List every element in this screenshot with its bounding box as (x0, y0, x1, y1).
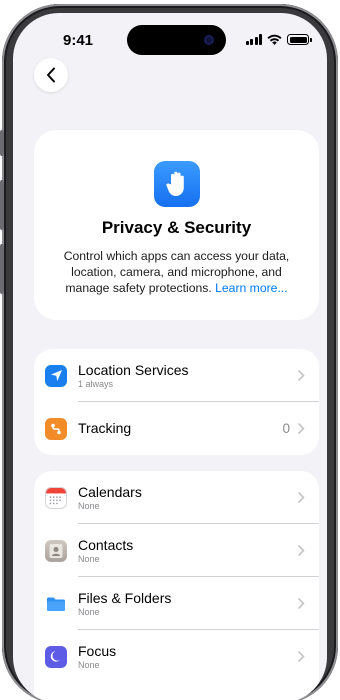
contacts-row[interactable]: Contacts None (34, 524, 319, 577)
wifi-icon (267, 34, 282, 45)
side-button (0, 130, 4, 156)
screen: 9:41 Privacy & Security Control which ap… (13, 13, 327, 700)
chevron-right-icon (298, 545, 305, 556)
row-subtitle: 1 always (78, 378, 114, 389)
files-folders-row[interactable]: Files & Folders None (34, 577, 319, 630)
row-title: Tracking (78, 420, 132, 436)
location-tracking-group: Location Services 1 always Tracking 0 (34, 349, 319, 455)
app-permissions-group: Calendars None Contacts None Files & Fol… (34, 471, 319, 700)
learn-more-link[interactable]: Learn more... (215, 281, 287, 295)
row-subtitle: None (78, 606, 100, 617)
tracking-row[interactable]: Tracking 0 (34, 402, 319, 455)
side-button (0, 180, 4, 230)
chevron-right-icon (298, 492, 305, 503)
chevron-right-icon (298, 423, 305, 434)
moon-icon (45, 645, 67, 668)
cellular-signal-icon (245, 34, 262, 45)
contacts-icon (45, 539, 67, 562)
tracking-count: 0 (282, 421, 290, 436)
focus-row[interactable]: Focus None (34, 630, 319, 683)
location-services-row[interactable]: Location Services 1 always (34, 349, 319, 402)
row-subtitle: None (78, 500, 100, 511)
raised-hand-icon (154, 161, 200, 207)
row-title: Location Services (78, 361, 189, 378)
chevron-right-icon (298, 370, 305, 381)
row-title: Calendars (78, 483, 142, 500)
row-subtitle: None (78, 659, 100, 670)
privacy-header-card: Privacy & Security Control which apps ca… (34, 130, 319, 320)
calendars-row[interactable]: Calendars None (34, 471, 319, 524)
back-button[interactable] (34, 58, 68, 92)
status-icons (245, 34, 312, 45)
row-title: Focus (78, 642, 117, 659)
calendar-icon (45, 486, 67, 509)
row-title: Files & Folders (78, 589, 172, 606)
side-button (0, 244, 4, 294)
folder-icon (45, 592, 67, 615)
location-arrow-icon (45, 364, 67, 387)
chevron-right-icon (298, 651, 305, 662)
camera-icon (204, 35, 214, 45)
tracking-icon (45, 417, 67, 440)
status-time: 9:41 (63, 32, 94, 49)
row-subtitle: None (78, 553, 100, 564)
row-title: Contacts (78, 536, 134, 553)
chevron-right-icon (298, 598, 305, 609)
dynamic-island (127, 25, 226, 55)
chevron-left-icon (47, 67, 55, 83)
page-description: Control which apps can access your data,… (56, 248, 297, 296)
battery-icon (287, 34, 312, 45)
page-title: Privacy & Security (101, 218, 252, 237)
